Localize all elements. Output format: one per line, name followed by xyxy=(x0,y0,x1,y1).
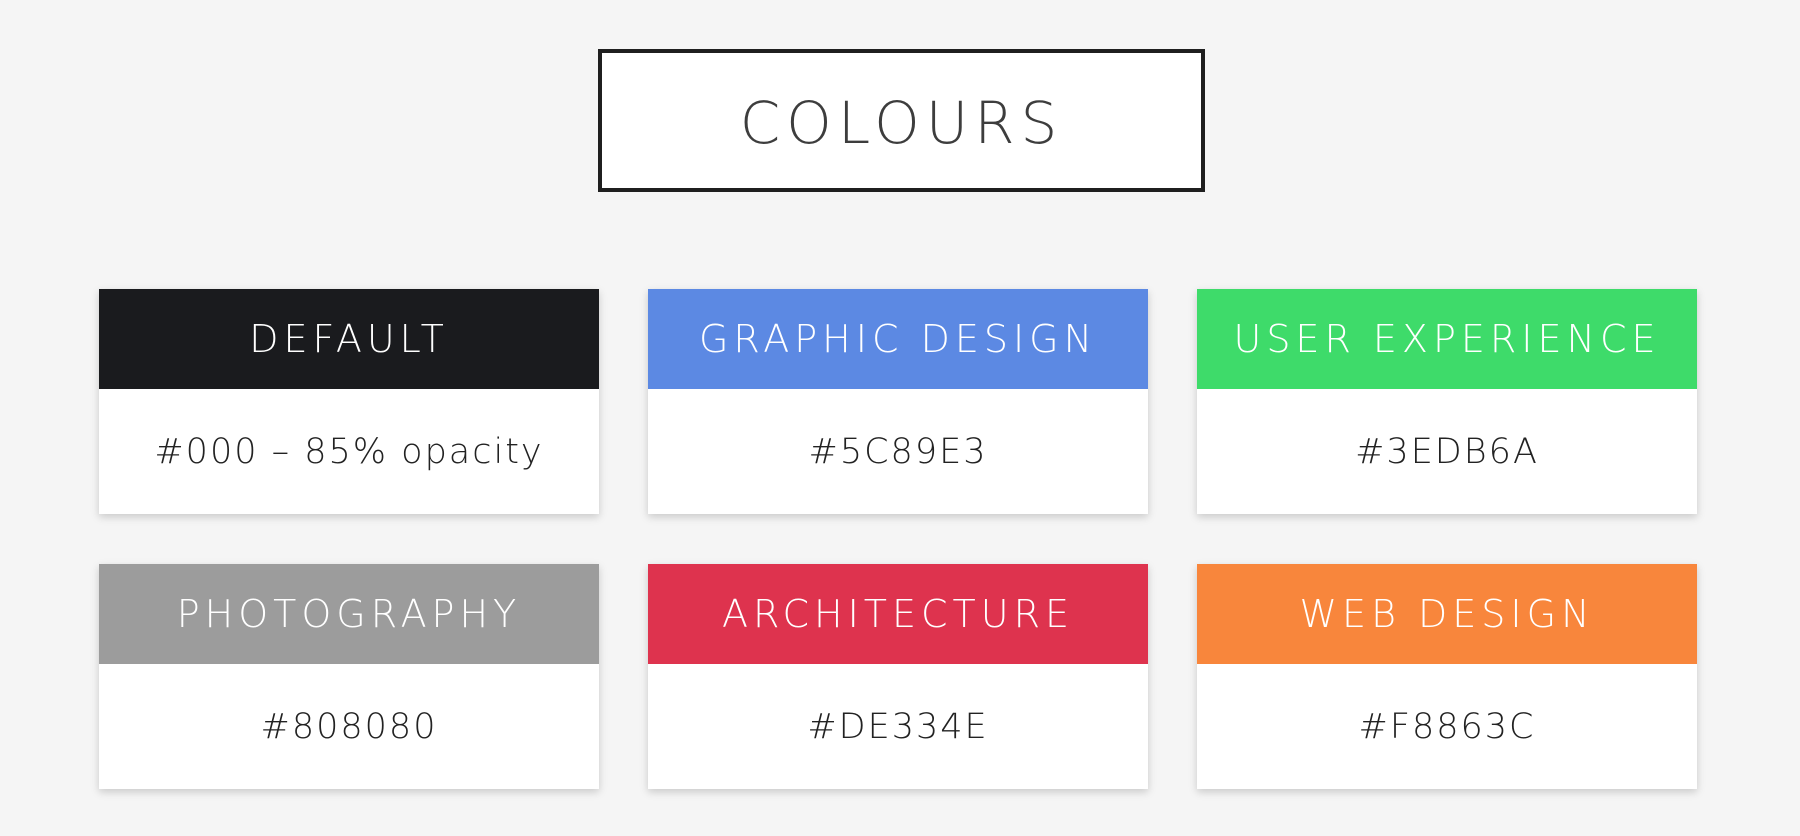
colour-name-web-design: WEB DESIGN xyxy=(1299,592,1595,636)
colour-name-user-experience: USER EXPERIENCE xyxy=(1233,317,1661,361)
colour-swatch-architecture: ARCHITECTURE xyxy=(648,564,1148,664)
colour-name-default: DEFAULT xyxy=(249,317,449,361)
colour-card-photography: PHOTOGRAPHY #808080 xyxy=(99,564,599,789)
colour-card-web-design: WEB DESIGN #F8863C xyxy=(1197,564,1697,789)
colour-value-web-design: #F8863C xyxy=(1358,706,1536,747)
colour-name-graphic-design: GRAPHIC DESIGN xyxy=(698,317,1098,361)
colour-value-box: #5C89E3 xyxy=(648,389,1148,514)
colour-value-box: #3EDB6A xyxy=(1197,389,1697,514)
colour-swatch-web-design: WEB DESIGN xyxy=(1197,564,1697,664)
colour-card-architecture: ARCHITECTURE #DE334E xyxy=(648,564,1148,789)
page-title: COLOURS xyxy=(739,88,1064,157)
colour-swatch-user-experience: USER EXPERIENCE xyxy=(1197,289,1697,389)
colour-value-box: #000 – 85% opacity xyxy=(99,389,599,514)
page-title-box: COLOURS xyxy=(598,49,1205,192)
colour-value-box: #DE334E xyxy=(648,664,1148,789)
colour-swatch-default: DEFAULT xyxy=(99,289,599,389)
colour-value-box: #808080 xyxy=(99,664,599,789)
colour-value-graphic-design: #5C89E3 xyxy=(808,431,988,472)
colour-value-default: #000 – 85% opacity xyxy=(154,431,544,472)
colour-name-photography: PHOTOGRAPHY xyxy=(176,592,522,636)
colour-value-photography: #808080 xyxy=(260,706,438,747)
colour-swatch-graphic-design: GRAPHIC DESIGN xyxy=(648,289,1148,389)
colour-value-box: #F8863C xyxy=(1197,664,1697,789)
colour-value-user-experience: #3EDB6A xyxy=(1355,431,1539,472)
colour-card-graphic-design: GRAPHIC DESIGN #5C89E3 xyxy=(648,289,1148,514)
colour-grid: DEFAULT #000 – 85% opacity GRAPHIC DESIG… xyxy=(99,289,1699,789)
colour-swatch-photography: PHOTOGRAPHY xyxy=(99,564,599,664)
colour-card-user-experience: USER EXPERIENCE #3EDB6A xyxy=(1197,289,1697,514)
colour-value-architecture: #DE334E xyxy=(807,706,989,747)
colour-card-default: DEFAULT #000 – 85% opacity xyxy=(99,289,599,514)
colour-name-architecture: ARCHITECTURE xyxy=(721,592,1074,636)
